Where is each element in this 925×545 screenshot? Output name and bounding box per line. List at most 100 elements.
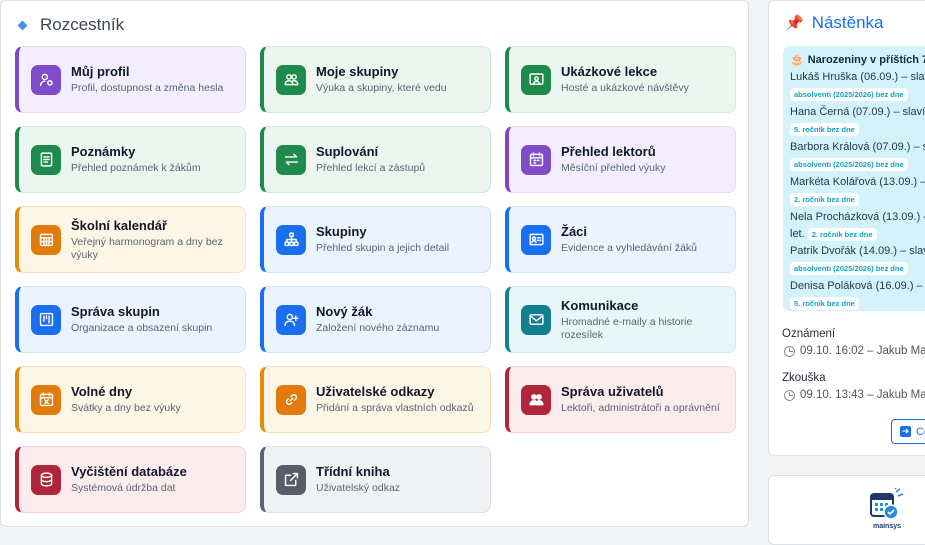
tile-journal-text[interactable]: Poznámky Přehled poznámek k žákům	[15, 126, 246, 193]
tile-title: Vyčištění databáze	[71, 464, 187, 479]
tile-person-video[interactable]: Ukázkové lekce Hosté a ukázkové návštěvy	[505, 46, 736, 113]
tile-text: Ukázkové lekce Hosté a ukázkové návštěvy	[561, 64, 689, 95]
tile-envelope[interactable]: Komunikace Hromadné e-maily a historie ro…	[505, 286, 736, 353]
clock-icon	[784, 389, 795, 401]
calendar-logo-icon	[870, 487, 904, 520]
tile-text: Moje skupiny Výuka a skupiny, které vedu	[316, 64, 447, 95]
birthday-entry: Denisa Poláková (16.09.) – s	[790, 280, 925, 292]
page-title: Rozcestník	[40, 15, 125, 34]
tile-text: Volné dny Svátky a dny bez výuky	[71, 384, 181, 415]
tile-description: Měsíční přehled výuky	[561, 162, 666, 174]
birthday-entry: Barbora Králová (07.09.) – sl	[790, 141, 925, 153]
tile-description: Přehled poznámek k žákům	[71, 162, 201, 174]
tile-calendar-week[interactable]: Přehled lektorů Měsíční přehled výuky	[505, 126, 736, 193]
class-badge: absolventi (2025/2026) bez dne	[790, 88, 908, 101]
tile-text: Poznámky Přehled poznámek k žákům	[71, 144, 201, 175]
announcement-meta-text: 09.10. 16:02 – Jakub Mazu	[800, 345, 925, 357]
birthday-entry-continued: let. 2. ročník bez dne	[790, 227, 925, 241]
calendar-x-icon	[31, 384, 61, 415]
announcement-title[interactable]: Zkouška	[782, 372, 825, 384]
tile-text: Komunikace Hromadné e-maily a historie ro…	[561, 298, 727, 342]
tile-description: Evidence a vyhledávání žáků	[561, 242, 698, 254]
tile-text: Správa skupin Organizace a obsazení skupi…	[71, 304, 212, 335]
class-badge: 2. ročník bez dne	[790, 193, 859, 206]
tile-text: Žáci Evidence a vyhledávání žáků	[561, 224, 697, 255]
show-all-button[interactable]: ➜ Ce	[891, 419, 925, 444]
tile-description: Přehled lekcí a zástupů	[316, 162, 426, 174]
tile-description: Přidání a správa vlastních odkazů	[316, 402, 474, 414]
tile-people[interactable]: Moje skupiny Výuka a skupiny, které vedu	[260, 46, 491, 113]
birthday-entry: Hana Černá (07.09.) – slaví 9	[790, 106, 925, 118]
tile-description: Svátky a dny bez výuky	[71, 402, 181, 414]
tile-title: Moje skupiny	[316, 64, 399, 79]
tile-description: Hosté a ukázkové návštěvy	[561, 82, 689, 94]
tile-description: Výuka a skupiny, které vedu	[316, 82, 447, 94]
tile-description: Veřejný harmonogram a dny bez výuky	[71, 235, 223, 261]
tile-description: Profil, dostupnost a změna hesla	[71, 82, 224, 94]
clock-icon	[784, 345, 795, 357]
calendar-grid-icon	[31, 224, 61, 255]
tile-person-badge[interactable]: Žáci Evidence a vyhledávání žáků	[505, 206, 736, 273]
tile-title: Třídní kniha	[316, 464, 390, 479]
tile-title: Správa uživatelů	[561, 384, 664, 399]
link-icon	[276, 384, 306, 415]
badge-row: 5. ročník bez dne	[790, 119, 925, 137]
badge-row: 5. ročník bez dne	[790, 293, 925, 311]
tile-description: Systémová údržba dat	[71, 482, 176, 494]
people-icon	[276, 64, 306, 95]
tile-database[interactable]: Vyčištění databáze Systémová údržba dat	[15, 446, 246, 513]
dashboard-header: Rozcestník	[17, 15, 125, 35]
tile-description: Založení nového záznamu	[316, 322, 440, 334]
logo-card: mainsys	[768, 475, 925, 545]
tile-title: Správa skupin	[71, 304, 160, 319]
box-arrow-up-right-icon	[276, 464, 306, 495]
person-video-icon	[521, 64, 551, 95]
tile-title: Žáci	[561, 224, 588, 239]
envelope-icon	[521, 304, 551, 335]
class-badge: absolventi (2025/2026) bez dne	[790, 262, 908, 275]
tile-text: Správa uživatelů Lektoři, administrátoři …	[561, 384, 720, 415]
tile-people-fill[interactable]: Správa uživatelů Lektoři, administrátoři …	[505, 366, 736, 433]
person-plus-icon	[276, 304, 306, 335]
show-all-label: Ce	[916, 425, 925, 438]
tile-kanban[interactable]: Správa skupin Organizace a obsazení skupi…	[15, 286, 246, 353]
tile-grid: Můj profil Profil, dostupnost a změna hes…	[15, 46, 736, 513]
tile-box-arrow-up-right[interactable]: Třídní kniha Uživatelský odkaz	[260, 446, 491, 513]
tile-title: Skupiny	[316, 224, 367, 239]
tile-title: Komunikace	[561, 297, 639, 313]
tile-title: Suplování	[316, 144, 379, 159]
birthdays-box: 🎂 Narozeniny v příštích 7 Lukáš Hruška (0…	[783, 46, 925, 311]
badge-row: 2. ročník bez dne	[790, 189, 925, 207]
tile-calendar-grid[interactable]: Školní kalendář Veřejný harmonogram a dny…	[15, 206, 246, 273]
tile-calendar-x[interactable]: Volné dny Svátky a dny bez výuky	[15, 366, 246, 433]
bulletin-title: Nástěnka	[811, 13, 884, 32]
class-badge: 5. ročník bez dne	[790, 123, 859, 136]
user-gear-icon	[31, 64, 61, 95]
announcement-title[interactable]: Oznámení	[782, 328, 835, 340]
logo-text: mainsys	[872, 523, 902, 530]
tile-user-gear[interactable]: Můj profil Profil, dostupnost a změna hes…	[15, 46, 246, 113]
tile-person-plus[interactable]: Nový žák Založení nového záznamu	[260, 286, 491, 353]
arrow-left-right-icon	[276, 144, 306, 175]
class-badge: absolventi (2025/2026) bez dne	[790, 158, 908, 171]
bulletin-board: 📌 Nástěnka 🎂 Narozeniny v příštích 7 Luká…	[768, 0, 925, 456]
announcement-meta-text: 09.10. 13:43 – Jakub Mazu	[800, 389, 925, 401]
class-badge: 2. ročník bez dne	[807, 227, 877, 241]
dashboard-card: Rozcestník Můj profil Profil, dostupnost …	[0, 0, 749, 527]
bulletin-header: 📌 Nástěnka	[785, 13, 884, 33]
tile-title: Ukázkové lekce	[561, 64, 658, 79]
tile-arrow-left-right[interactable]: Suplování Přehled lekcí a zástupů	[260, 126, 491, 193]
tile-link[interactable]: Uživatelské odkazy Přidání a správa vlast…	[260, 366, 491, 433]
birthdays-title-text: Narozeniny v příštích 7	[807, 54, 925, 66]
birthday-entry: Markéta Kolářová (13.09.) –	[790, 176, 925, 188]
tile-description: Přehled skupin a jejich detail	[316, 242, 450, 254]
tile-diagram[interactable]: Skupiny Přehled skupin a jejich detail	[260, 206, 491, 273]
tile-description: Lektoři, administrátoři a oprávnění	[561, 402, 720, 414]
tile-description: Organizace a obsazení skupin	[71, 322, 213, 334]
pin-icon: 📌	[785, 15, 804, 32]
calendar-week-icon	[521, 144, 551, 175]
journal-text-icon	[31, 144, 61, 175]
badge-row: absolventi (2025/2026) bez dne	[790, 84, 925, 102]
diagram-icon	[276, 224, 306, 255]
announcement-meta: 09.10. 16:02 – Jakub Mazu	[784, 345, 925, 357]
